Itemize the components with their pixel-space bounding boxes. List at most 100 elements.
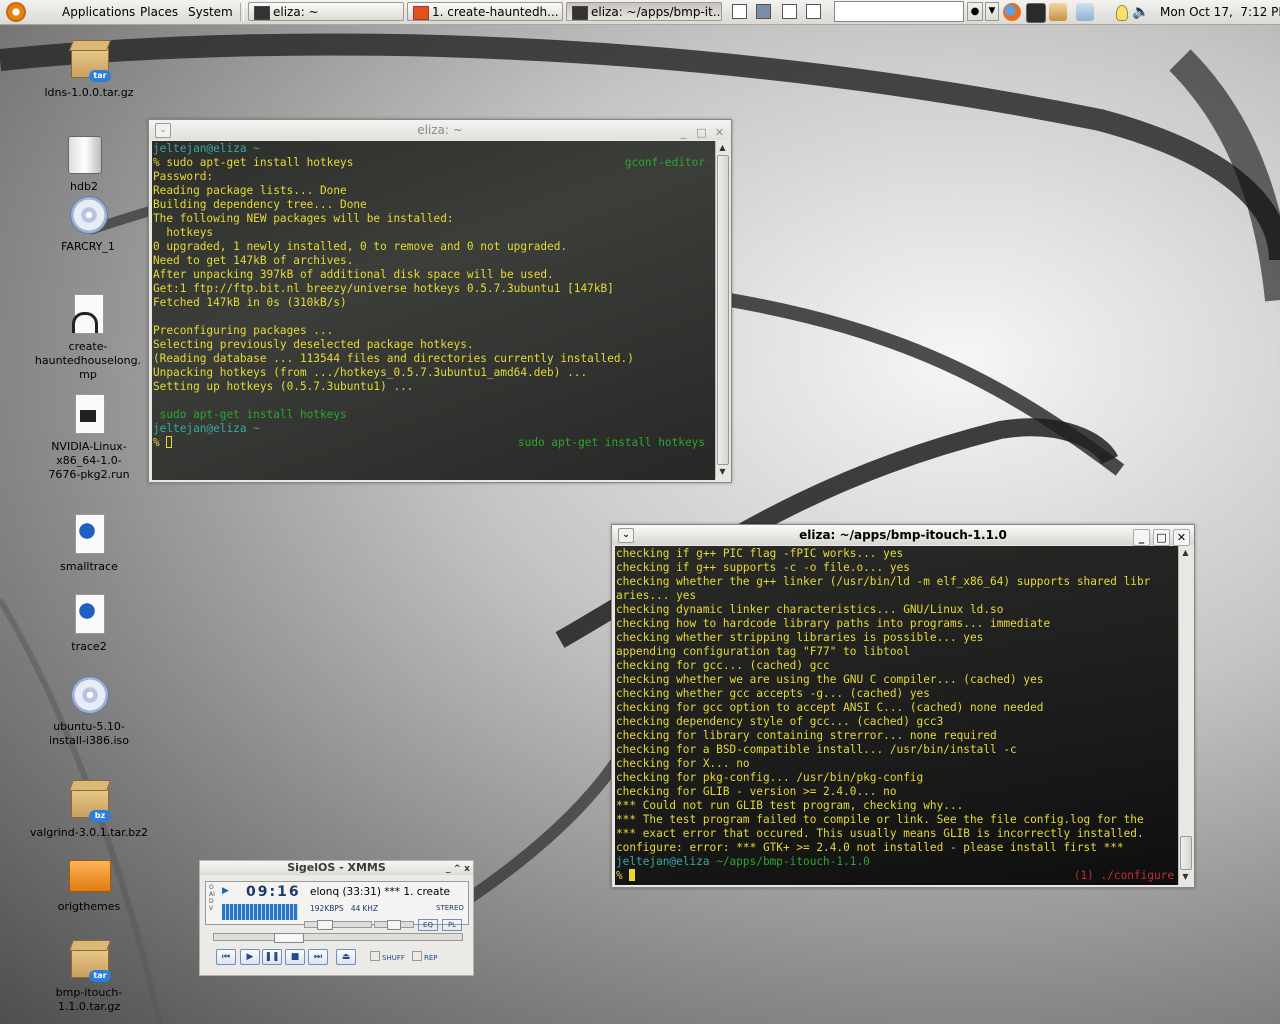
maximize-icon[interactable]: □ [1153,529,1170,546]
scroll-up-icon[interactable]: ▲ [1179,546,1192,560]
terminal-line-text: checking for X... no [616,757,750,770]
desktop-icon-valgrind[interactable]: bz valgrind-3.0.1.tar.bz2 [29,778,149,840]
workspace-switcher-icon[interactable] [730,0,826,24]
window-menu-button[interactable]: ⌄ [155,123,171,138]
terminal-line-text: Building dependency tree... Done [153,198,367,211]
desktop-icon-smalltrace[interactable]: smalltrace [29,512,149,574]
right-prompt: sudo apt-get install hotkeys [517,436,705,449]
workspace-2[interactable] [756,4,771,19]
firefox-icon[interactable] [1003,3,1021,21]
taskbar-button-bmp-itouch[interactable]: eliza: ~/apps/bmp-it... [566,2,722,21]
terminal-line: checking for library containing strerror… [616,729,1178,743]
desktop-icon-nvidia[interactable]: NVIDIA-Linux-x86_64-1.0-7676-pkg2.run [34,392,144,482]
balance-slider[interactable] [374,920,414,930]
volume-slider[interactable] [304,920,372,930]
minimize-icon[interactable]: _ [676,125,691,140]
repeat-toggle[interactable]: REP [412,951,438,962]
desktop-icon-bmp-itouch[interactable]: tar bmp-itouch-1.1.0.tar.gz [29,938,149,1014]
search-magnifier-icon[interactable] [1049,3,1067,21]
balance-slider-thumb[interactable] [387,920,401,930]
seek-bar[interactable] [213,933,463,943]
terminal-output[interactable]: jeltejan@eliza ~% sudo apt-get install h… [152,141,715,480]
xmms-player[interactable]: SigelOS - XMMS _ ^ x OAIDV ▶ 09:16 elonq … [199,860,474,976]
play-icon[interactable]: ▶ [240,949,260,965]
terminal-line-text: checking for GLIB - version >= 2.4.0... … [616,785,897,798]
workspace-1[interactable] [732,4,747,19]
system-menu[interactable]: System [188,5,233,19]
terminal-line-text: *** The test program failed to compile o… [616,813,1144,826]
seek-bar-thumb[interactable] [274,933,304,943]
pause-icon[interactable]: ❚❚ [262,949,282,965]
search-input[interactable] [834,1,964,22]
scrollbar-thumb[interactable] [717,155,729,465]
terminal-line: Unpacking hotkeys (from .../hotkeys_0.5.… [153,366,715,380]
terminal-output[interactable]: checking if g++ PIC flag -fPIC works... … [615,546,1178,885]
icon-label: smalltrace [60,560,118,573]
clock[interactable]: Mon Oct 17, 7:12 PM [1160,5,1280,19]
scroll-up-icon[interactable]: ▲ [716,141,729,155]
xmms-titlebar[interactable]: SigelOS - XMMS _ ^ x [200,861,473,875]
desktop-icon-ubuntu-iso[interactable]: ubuntu-5.10-install-i386.iso [29,672,149,748]
applications-menu[interactable]: Applications [62,5,135,19]
scroll-down-icon[interactable]: ▼ [1179,870,1192,884]
terminal-line: Get:1 ftp://ftp.bit.nl breezy/universe h… [153,282,715,296]
stop-icon[interactable]: ■ [285,949,305,965]
shuffle-checkbox[interactable] [370,951,380,961]
desktop-icon-trace2[interactable]: trace2 [29,592,149,654]
terminal-window-home[interactable]: ⌄ eliza: ~ _ □ ✕ jeltejan@eliza ~% sudo ap… [148,119,732,483]
vertical-scrollbar[interactable]: ▲ ▼ [1178,546,1192,884]
xmms-titlebar-buttons[interactable]: _ ^ x [446,862,470,876]
workspace-3[interactable] [782,4,797,19]
icon-label: valgrind-3.0.1.tar.bz2 [29,826,149,839]
eq-button[interactable]: EQ [418,919,438,931]
terminal-line-text: % [153,436,167,449]
desktop-icon-origthemes[interactable]: origthemes [29,852,149,914]
previous-icon[interactable]: ⏮ [216,949,236,965]
notes-icon[interactable] [1076,3,1094,21]
ubuntu-logo-icon[interactable] [6,2,26,22]
icon-label: origthemes [57,900,121,913]
prompt-line: jeltejan@eliza ~/apps/bmp-itouch-1.1.0 [616,855,1178,869]
taskbar-button-eliza[interactable]: eliza: ~ [248,2,404,21]
scrollbar-thumb[interactable] [1180,836,1192,870]
taskbar-button-create-haunted[interactable]: 1. create-hauntedh... [407,2,563,21]
desktop-icon-hdb2[interactable]: hdb2 [24,132,144,194]
terminal-line-text: checking whether we are using the GNU C … [616,673,1044,686]
desktop-icon-create-haunted[interactable]: create-hauntedhouselong.mp [20,292,156,382]
eject-icon[interactable]: ⏏ [336,949,356,965]
repeat-checkbox[interactable] [412,951,422,961]
playlist-button[interactable]: PL [442,919,462,931]
bulb-icon[interactable] [1116,5,1128,21]
window-titlebar[interactable]: ⌄ eliza: ~/apps/bmp-itouch-1.1.0 _ □ ✕ [612,525,1194,546]
volume-icon[interactable]: 🔈 [1132,4,1149,20]
workspace-4[interactable] [806,4,821,19]
terminal-line: checking whether the g++ linker (/usr/bi… [616,575,1178,589]
volume-slider-thumb[interactable] [317,920,333,930]
desktop-icon-farcry[interactable]: FARCRY_1 [28,192,148,254]
terminal-line: jeltejan@eliza ~ [153,422,715,436]
terminal-line-text: Setting up hotkeys (0.5.7.3ubuntu1) ... [153,380,414,393]
window-menu-button[interactable]: ⌄ [618,528,634,543]
vertical-scrollbar[interactable]: ▲ ▼ [715,141,729,479]
window-titlebar[interactable]: ⌄ eliza: ~ _ □ ✕ [149,120,731,140]
chevron-down-icon[interactable]: ▼ [985,2,999,21]
terminal-window-bmp-itouch[interactable]: ⌄ eliza: ~/apps/bmp-itouch-1.1.0 _ □ ✕ che… [611,524,1195,888]
minimize-icon[interactable]: _ [1133,529,1150,546]
terminal-line: 0 upgraded, 1 newly installed, 0 to remo… [153,240,715,254]
terminal-icon[interactable] [1026,3,1046,23]
terminal-line: sudo apt-get install hotkeys [153,408,715,422]
close-icon[interactable]: ✕ [1173,529,1190,546]
desktop-icon-ldns[interactable]: tar ldns-1.0.0.tar.gz [29,38,149,100]
scroll-down-icon[interactable]: ▼ [716,465,729,479]
shuffle-toggle[interactable]: SHUFF [370,951,405,962]
terminal-line-text: The following NEW packages will be insta… [153,212,454,225]
maximize-icon[interactable]: □ [694,125,709,140]
search-options-button[interactable]: ● [967,2,983,21]
terminal-line: Password: [153,170,715,184]
close-icon[interactable]: ✕ [712,125,727,140]
terminal-line: checking for X... no [616,757,1178,771]
next-icon[interactable]: ⏭ [308,949,328,965]
text-cursor [166,436,173,448]
places-menu[interactable]: Places [140,5,178,19]
